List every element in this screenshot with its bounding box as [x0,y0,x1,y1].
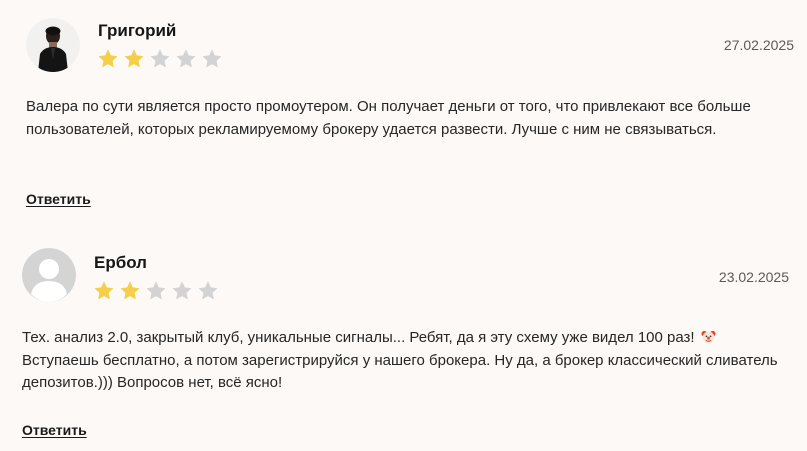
avatar [22,248,76,302]
default-user-avatar-icon [22,248,76,302]
star-empty-icon [176,49,196,68]
review-date: 23.02.2025 [718,269,789,285]
star-empty-icon [150,49,170,68]
star-empty-icon [146,281,166,300]
review-text: Тех. анализ 2.0, закрытый клуб, уникальн… [22,327,782,395]
star-filled-icon [120,281,140,300]
star-rating [93,280,219,302]
reply-link[interactable]: Ответить [26,191,91,207]
star-filled-icon [98,49,118,68]
star-filled-icon [94,281,114,300]
star-rating [97,48,223,70]
star-empty-icon [172,281,192,300]
review-text-part: Тех. анализ 2.0, закрытый клуб, уникальн… [22,329,695,346]
clown-face-emoji-icon [701,330,716,344]
review-text: Валера по сути является просто промоутер… [26,98,751,138]
person-photo-icon [26,18,80,72]
author-name: Григорий [98,21,177,40]
review-text-part: Вступаешь бесплатно, а потом зарегистрир… [22,351,778,392]
avatar [26,18,80,72]
star-empty-icon [198,281,218,300]
reply-link[interactable]: Ответить [22,422,87,438]
review-date: 27.02.2025 [723,37,794,53]
star-filled-icon [124,49,144,68]
author-name: Ербол [94,253,147,272]
star-empty-icon [202,49,222,68]
